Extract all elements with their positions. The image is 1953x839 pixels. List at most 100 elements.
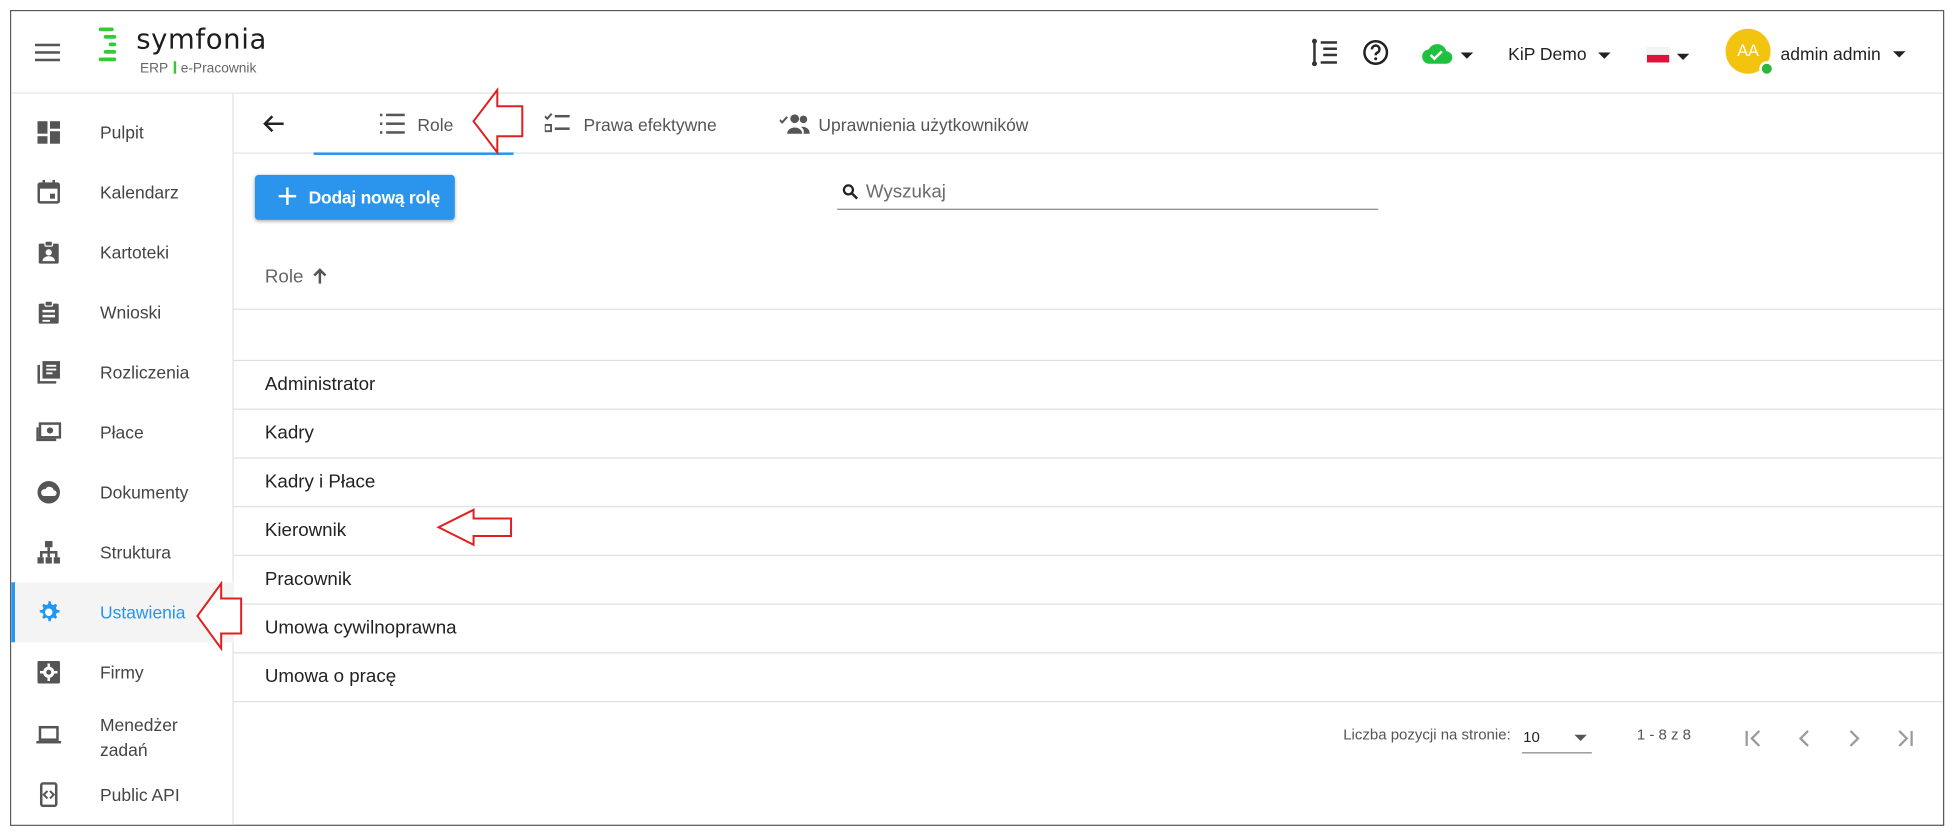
sidebar-item-label: Struktura <box>99 542 171 563</box>
annotation-arrow-icon <box>472 87 524 155</box>
sidebar-item-struktura[interactable]: Struktura <box>11 522 233 582</box>
company-dropdown-caret-icon[interactable] <box>1598 52 1611 59</box>
org-chart-icon <box>37 541 60 564</box>
sort-ascending-icon[interactable] <box>312 267 327 284</box>
logo-sub-epracownik: e-Pracownik <box>180 61 257 77</box>
role-name: Umowa cywilnoprawna <box>264 617 457 639</box>
app-window: symfonia ERP e-Pracownik KiP Demo AA admi… <box>9 9 1945 826</box>
task-list-icon[interactable] <box>1311 37 1341 67</box>
sidebar-item-label: Płace <box>99 422 144 443</box>
sidebar-item-label: Firmy <box>99 662 144 683</box>
sidebar-item-wnioski[interactable]: Wnioski <box>11 282 233 342</box>
role-name: Kadry <box>264 422 314 444</box>
avatar[interactable]: AA <box>1725 28 1775 77</box>
next-page-icon[interactable] <box>1843 727 1865 749</box>
role-name: Umowa o pracę <box>264 665 397 688</box>
user-name[interactable]: admin admin <box>1781 44 1881 64</box>
settings-box-icon <box>37 660 60 684</box>
sidebar-item-kalendarz[interactable]: Kalendarz <box>11 162 233 222</box>
back-arrow-icon[interactable] <box>261 111 286 136</box>
sidebar-item-label: Pulpit <box>99 122 144 143</box>
role-name: Pracownik <box>264 568 352 590</box>
gear-icon <box>39 601 60 622</box>
avatar-initials: AA <box>1737 41 1759 60</box>
menu-icon[interactable] <box>34 43 60 62</box>
plus-icon <box>278 187 297 205</box>
sidebar-item-label: Kartoteki <box>99 242 169 263</box>
search-input[interactable] <box>865 177 1366 205</box>
user-dropdown-caret-icon[interactable] <box>1892 51 1906 58</box>
table-row[interactable]: Kadry <box>234 409 1943 458</box>
role-name: Administrator <box>264 373 376 395</box>
company-selector[interactable]: KiP Demo <box>1508 44 1586 64</box>
tab-label: Uprawnienia użytkowników <box>818 114 1029 135</box>
laptop-icon <box>36 725 62 744</box>
checklist-icon <box>544 113 570 133</box>
sidebar-item-label: Ustawienia <box>99 602 186 623</box>
sidebar-item-label: Menedżer zadań <box>99 714 178 760</box>
sidebar-item-rozliczenia[interactable]: Rozliczenia <box>11 342 233 402</box>
payments-icon <box>36 422 62 442</box>
table-row[interactable]: Umowa o pracę <box>234 652 1943 701</box>
table-header: Role <box>233 246 1943 310</box>
logo-name: symfonia <box>136 24 267 57</box>
per-page-value: 10 <box>1523 728 1540 746</box>
sidebar-item-firmy[interactable]: Firmy <box>11 642 233 702</box>
sidebar: Pulpit Kalendarz Kartoteki Wnioski Rozli… <box>11 93 234 825</box>
users-check-icon <box>779 114 810 134</box>
table-row[interactable] <box>234 311 1943 360</box>
column-header-role[interactable]: Role <box>265 266 304 287</box>
per-page-caret-icon <box>1574 734 1587 741</box>
sidebar-item-place[interactable]: Płace <box>11 402 233 462</box>
annotation-arrow-icon <box>436 508 513 547</box>
sidebar-item-public-api[interactable]: Public API <box>11 765 233 825</box>
top-bar: symfonia ERP e-Pracownik KiP Demo AA admi… <box>11 11 1943 94</box>
search-field[interactable] <box>837 175 1379 210</box>
cloud-sync-icon[interactable] <box>1419 41 1454 66</box>
badge-icon <box>38 240 59 264</box>
annotation-arrow-icon <box>196 581 243 651</box>
sidebar-item-pulpit[interactable]: Pulpit <box>11 102 233 162</box>
logo-sub-erp: ERP <box>139 61 169 77</box>
page-range: 1 - 8 z 8 <box>1636 725 1692 744</box>
calendar-icon <box>37 179 60 204</box>
sidebar-item-label: Wnioski <box>99 302 162 323</box>
tab-label: Prawa efektywne <box>583 114 717 135</box>
list-icon <box>379 113 405 134</box>
tab-label: Role <box>417 114 454 135</box>
clipboard-icon <box>38 300 59 324</box>
sidebar-item-label: Dokumenty <box>99 482 189 503</box>
polish-flag-icon[interactable] <box>1646 47 1670 63</box>
sidebar-item-label: Kalendarz <box>99 182 179 203</box>
tab-uprawnienia-uzytkownikow[interactable]: Uprawnienia użytkowników <box>779 94 1055 154</box>
add-role-label: Dodaj nową rolę <box>308 187 441 208</box>
previous-page-icon[interactable] <box>1793 727 1815 749</box>
table-row[interactable]: Pracownik <box>234 555 1943 604</box>
cloud-dropdown-caret-icon[interactable] <box>1460 52 1474 59</box>
sidebar-item-label: Public API <box>99 784 180 805</box>
cloud-icon <box>37 481 60 504</box>
table-row[interactable]: Umowa cywilnoprawna <box>234 604 1943 653</box>
language-dropdown-caret-icon[interactable] <box>1676 53 1690 60</box>
sidebar-item-label: Rozliczenia <box>99 362 190 383</box>
sidebar-item-menedzer-zadan[interactable]: Menedżer zadań <box>11 705 233 765</box>
first-page-icon[interactable] <box>1743 727 1765 749</box>
sidebar-item-kartoteki[interactable]: Kartoteki <box>11 222 233 282</box>
add-role-button[interactable]: Dodaj nową rolę <box>254 174 455 220</box>
help-icon[interactable] <box>1362 39 1389 66</box>
table-row[interactable]: Administrator <box>234 360 1943 409</box>
tab-prawa-efektywne[interactable]: Prawa efektywne <box>544 94 745 154</box>
per-page-label: Liczba pozycji na stronie: <box>1343 725 1511 744</box>
api-icon <box>39 782 58 808</box>
role-name: Kadry i Płace <box>264 471 376 493</box>
per-page-select[interactable]: 10 <box>1521 723 1592 754</box>
sidebar-item-dokumenty[interactable]: Dokumenty <box>11 462 233 522</box>
online-status-icon <box>1759 61 1775 77</box>
ledger-icon <box>37 361 60 384</box>
last-page-icon[interactable] <box>1893 727 1915 749</box>
role-name: Kierownik <box>264 519 347 542</box>
symfonia-logo-icon <box>98 27 126 62</box>
dashboard-icon <box>37 121 60 144</box>
table-row[interactable]: Kadry i Płace <box>234 457 1943 506</box>
logo-subtitle: ERP e-Pracownik <box>140 61 256 76</box>
